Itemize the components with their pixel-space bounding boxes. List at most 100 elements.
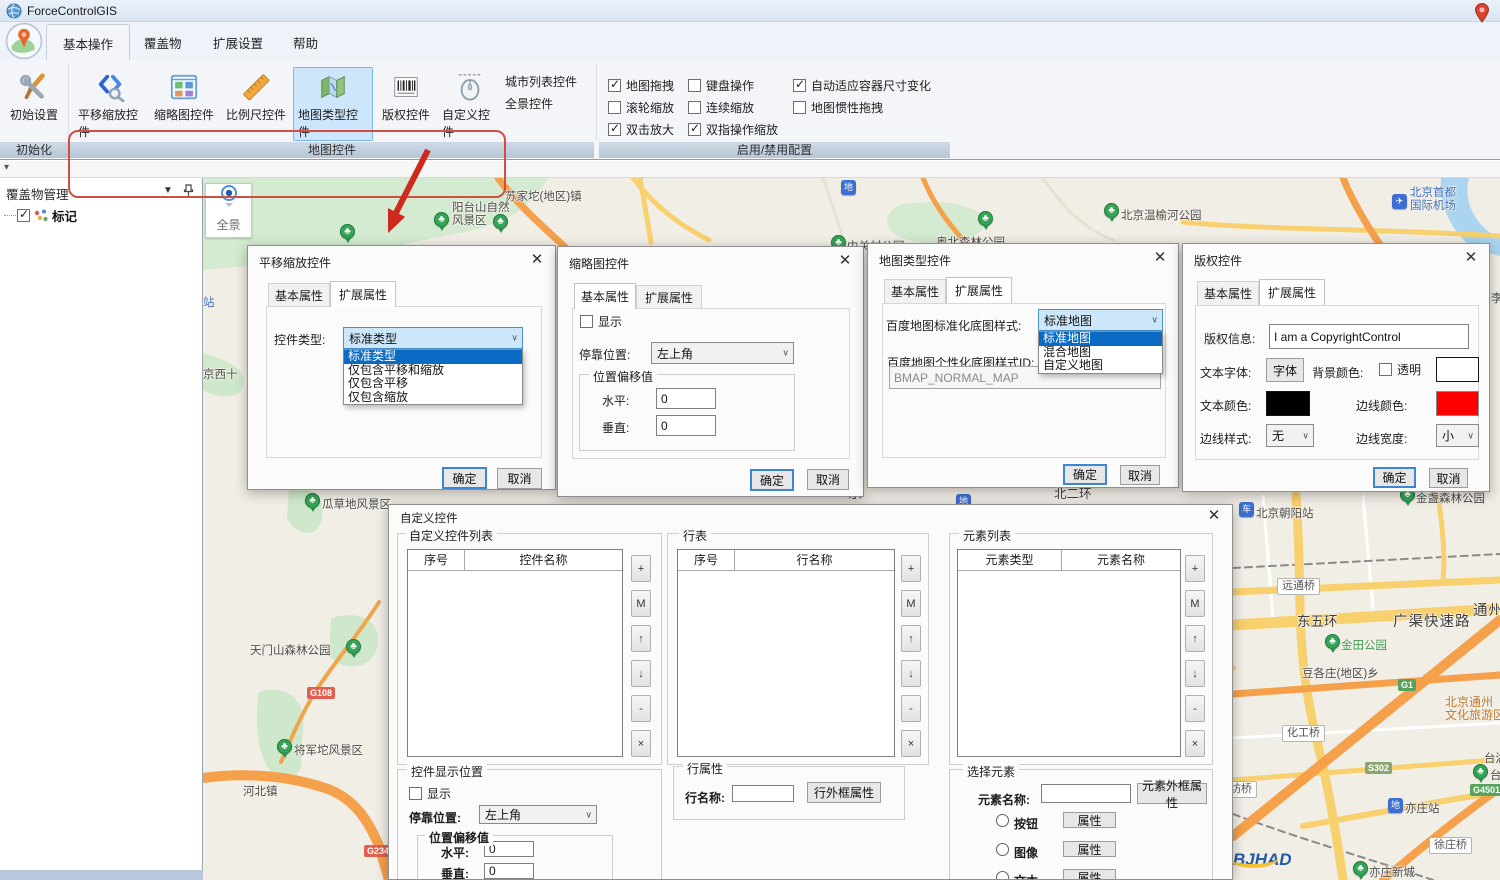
tab-basic-props[interactable]: 基本属性 xyxy=(1197,281,1259,305)
move-up-button[interactable]: ↑ xyxy=(631,625,651,652)
panorama-control-button[interactable]: 全景控件 xyxy=(505,93,553,115)
checkbox-box[interactable] xyxy=(793,101,806,114)
custom-control-button[interactable]: 自定义控件 xyxy=(438,68,502,140)
vertical-input[interactable] xyxy=(656,415,716,436)
tab-basic-operations[interactable]: 基本操作 xyxy=(46,24,130,62)
checkbox-box[interactable] xyxy=(608,101,621,114)
border-style-combobox[interactable]: 无 xyxy=(1266,424,1314,447)
modify-button[interactable]: M xyxy=(901,590,921,617)
tab-extended-props[interactable]: 扩展属性 xyxy=(946,277,1012,303)
delete-button[interactable]: × xyxy=(1185,730,1205,757)
tab-basic-props[interactable]: 基本属性 xyxy=(268,283,330,307)
cancel-button[interactable]: 取消 xyxy=(497,468,542,489)
copyright-control-button[interactable]: 版权控件 xyxy=(375,68,437,123)
close-icon[interactable]: ✕ xyxy=(1462,249,1480,267)
checkbox-box[interactable] xyxy=(688,123,701,136)
custom-control-table[interactable]: 序号控件名称 xyxy=(407,549,623,757)
remove-button[interactable]: - xyxy=(901,695,921,722)
border-width-combobox[interactable]: 小 xyxy=(1436,424,1479,447)
checkbox-continuous-zoom[interactable]: 连续缩放 xyxy=(688,99,754,116)
move-down-button[interactable]: ↓ xyxy=(901,660,921,687)
text-color-swatch[interactable] xyxy=(1266,391,1310,416)
city-list-control-button[interactable]: 城市列表控件 xyxy=(505,71,577,93)
tab-extended-props[interactable]: 扩展属性 xyxy=(330,281,396,307)
delete-button[interactable]: × xyxy=(631,730,651,757)
thumbnail-control-button[interactable]: 缩略图控件 xyxy=(148,68,220,123)
horizontal-input[interactable] xyxy=(656,388,716,409)
scale-control-button[interactable]: 比例尺控件 xyxy=(220,68,292,123)
checkbox-pinch-zoom[interactable]: 双指操作缩放 xyxy=(688,121,778,138)
dropdown-item[interactable]: 自定义地图 xyxy=(1039,359,1162,373)
element-name-input[interactable] xyxy=(1041,784,1131,803)
checkbox-keyboard[interactable]: 键盘操作 xyxy=(688,77,754,94)
font-button[interactable]: 字体 xyxy=(1266,358,1304,382)
checkbox-dblclick-zoom[interactable]: 双击放大 xyxy=(608,121,674,138)
move-down-button[interactable]: ↓ xyxy=(1185,660,1205,687)
ok-button[interactable]: 确定 xyxy=(442,467,487,489)
dropdown-item[interactable]: 标准类型 xyxy=(344,350,522,364)
ok-button[interactable]: 确定 xyxy=(1063,464,1107,485)
row-table[interactable]: 序号行名称 xyxy=(677,549,895,757)
tab-extended-props[interactable]: 扩展属性 xyxy=(1259,279,1325,305)
properties-button[interactable]: 属性 xyxy=(1063,812,1116,828)
properties-button[interactable]: 属性 xyxy=(1063,869,1116,880)
checkbox-map-drag[interactable]: 地图拖拽 xyxy=(608,77,674,94)
checkbox-box[interactable] xyxy=(608,123,621,136)
panel-pin-icon[interactable] xyxy=(183,184,194,197)
checkbox-box[interactable] xyxy=(688,79,701,92)
close-icon[interactable]: ✕ xyxy=(1151,249,1169,267)
remove-button[interactable]: - xyxy=(1185,695,1205,722)
remove-button[interactable]: - xyxy=(631,695,651,722)
move-up-button[interactable]: ↑ xyxy=(1185,625,1205,652)
pan-zoom-control-button[interactable]: 平移缩放控件 xyxy=(74,68,148,140)
checkbox-inertia-drag[interactable]: 地图惯性拖拽 xyxy=(793,99,883,116)
panel-dropdown-icon[interactable]: ▼ xyxy=(163,185,173,196)
add-button[interactable]: + xyxy=(1185,555,1205,582)
baidu-style-combobox[interactable]: 标准地图 xyxy=(1038,309,1163,331)
modify-button[interactable]: M xyxy=(1185,590,1205,617)
row-frame-props-button[interactable]: 行外框属性 xyxy=(807,782,881,803)
checkbox-wheel-zoom[interactable]: 滚轮缩放 xyxy=(608,99,674,116)
show-checkbox[interactable]: 显示 xyxy=(580,313,622,330)
properties-button[interactable]: 属性 xyxy=(1063,841,1116,857)
panorama-map-control[interactable]: 全景 xyxy=(205,183,252,238)
sidebar-scrollbar[interactable] xyxy=(0,870,203,880)
tab-extended-props[interactable]: 扩展属性 xyxy=(636,285,702,309)
close-icon[interactable]: ✕ xyxy=(1205,507,1223,525)
ribbon-collapse-icon[interactable]: ▾ xyxy=(4,162,9,173)
delete-button[interactable]: × xyxy=(901,730,921,757)
add-button[interactable]: + xyxy=(901,555,921,582)
checkbox-box[interactable] xyxy=(608,79,621,92)
close-icon[interactable]: ✕ xyxy=(836,252,854,270)
dropdown-item[interactable]: 仅包含平移和缩放 xyxy=(344,364,522,378)
transparent-checkbox[interactable]: 透明 xyxy=(1379,361,1421,378)
tab-extended-settings[interactable]: 扩展设置 xyxy=(197,24,279,61)
tab-basic-props[interactable]: 基本属性 xyxy=(574,283,636,309)
element-table[interactable]: 元素类型元素名称 xyxy=(957,549,1181,757)
tab-basic-props[interactable]: 基本属性 xyxy=(884,279,946,303)
init-settings-button[interactable]: 初始设置 xyxy=(2,68,66,123)
tab-overlays[interactable]: 覆盖物 xyxy=(128,24,198,61)
dropdown-item[interactable]: 混合地图 xyxy=(1039,346,1162,360)
checkbox-box[interactable] xyxy=(793,79,806,92)
dropdown-item[interactable]: 标准地图 xyxy=(1039,332,1162,346)
cancel-button[interactable]: 取消 xyxy=(807,469,849,490)
copyright-info-input[interactable] xyxy=(1269,324,1469,349)
checkbox-auto-fit[interactable]: 自动适应容器尺寸变化 xyxy=(793,77,931,94)
element-frame-props-button[interactable]: 元素外框属性 xyxy=(1137,783,1207,804)
vertical-input[interactable] xyxy=(484,863,534,879)
dock-position-combobox[interactable]: 左上角 xyxy=(479,805,597,824)
tab-help[interactable]: 帮助 xyxy=(277,24,334,61)
bg-color-swatch[interactable] xyxy=(1436,357,1479,382)
move-down-button[interactable]: ↓ xyxy=(631,660,651,687)
dock-position-combobox[interactable]: 左上角 xyxy=(651,342,794,364)
modify-button[interactable]: M xyxy=(631,590,651,617)
checkbox-box[interactable] xyxy=(688,101,701,114)
close-icon[interactable]: ✕ xyxy=(528,251,546,269)
dropdown-item[interactable]: 仅包含缩放 xyxy=(344,391,522,405)
add-button[interactable]: + xyxy=(631,555,651,582)
cancel-button[interactable]: 取消 xyxy=(1429,468,1468,488)
ok-button[interactable]: 确定 xyxy=(1373,467,1416,488)
control-type-combobox[interactable]: 标准类型 xyxy=(343,327,523,349)
tree-item-marker[interactable]: 标记 xyxy=(4,206,77,225)
